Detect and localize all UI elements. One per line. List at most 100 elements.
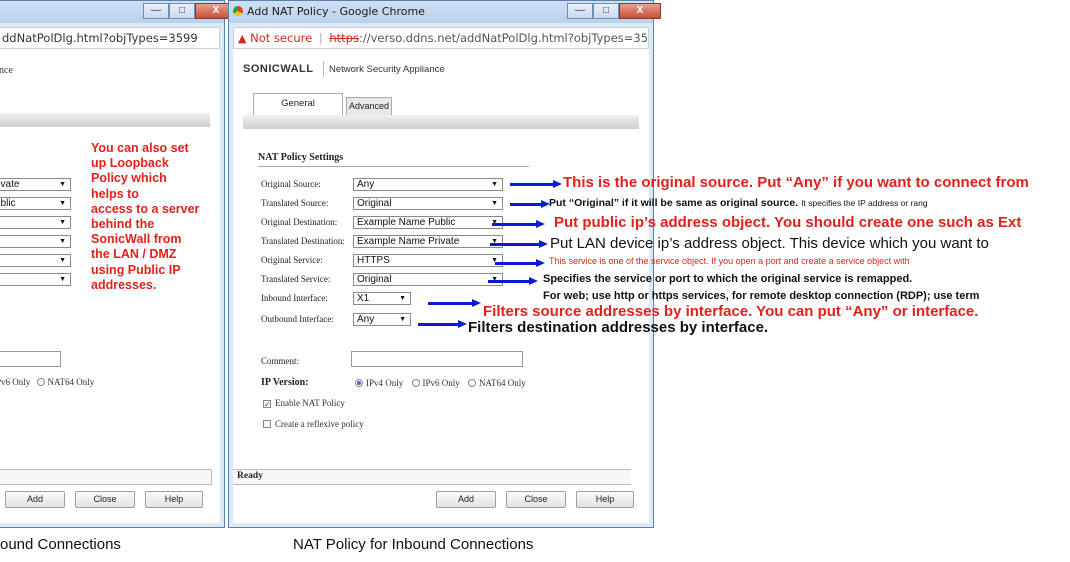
left-help-button[interactable]: Help — [145, 491, 203, 508]
nat64-radio[interactable] — [36, 378, 45, 386]
left-translated-destination-select[interactable]: ▼ — [0, 216, 71, 229]
url-path: ://verso.ddns.net/addNatPolDlg.html?objT… — [358, 31, 649, 45]
comment-label: Comment: — [261, 356, 299, 366]
help-button[interactable]: Help — [576, 491, 634, 508]
tab-general[interactable]: General — [253, 93, 343, 115]
comment-input[interactable] — [351, 351, 523, 367]
minimize-button[interactable]: — — [567, 3, 593, 19]
translated-service-arrow — [488, 277, 538, 285]
translated-destination-select[interactable]: Example Name Private ▼ — [353, 235, 503, 248]
left-interface-select[interactable]: ▼ — [0, 273, 71, 286]
web-services-note: For web; use http or https services, for… — [543, 290, 980, 302]
outbound-interface-select[interactable]: Any ▼ — [353, 313, 411, 326]
reflexive-policy-checkbox[interactable] — [263, 420, 271, 428]
original-source-note: This is the original source. Put “Any” i… — [563, 174, 1029, 191]
right-caption: NAT Policy for Inbound Connections — [293, 536, 534, 553]
close-window-button[interactable]: X — [619, 3, 661, 19]
left-translated-source-select[interactable]: rivate▼ — [0, 178, 71, 191]
left-status-bar — [0, 469, 212, 485]
original-service-select[interactable]: HTTPS ▼ — [353, 254, 503, 267]
original-destination-note: Put public ip’s address object. You shou… — [554, 214, 1022, 231]
translated-destination-label: Translated Destination: — [261, 236, 345, 246]
original-source-arrow — [510, 180, 562, 188]
sonicwall-logo: SONICWALL — [243, 63, 314, 75]
inbound-interface-label: Inbound Interface: — [261, 293, 328, 303]
left-url: ddNatPolDlg.html?objTypes=3599 — [2, 31, 198, 45]
enable-nat-policy-label: Enable NAT Policy — [275, 398, 345, 408]
original-destination-label: Original Destination: — [261, 217, 338, 227]
left-translated-service-select[interactable]: ▼ — [0, 254, 71, 267]
address-separator: | — [318, 31, 323, 45]
logo-divider — [323, 61, 324, 77]
maximize-button[interactable]: □ — [169, 3, 195, 19]
left-original-service-select[interactable]: ▼ — [0, 235, 71, 248]
close-button[interactable]: Close — [506, 491, 566, 508]
loopback-note: You can also set up Loopback Policy whic… — [91, 141, 200, 292]
address-bar[interactable]: ▲ Not secure | https://verso.ddns.net/ad… — [233, 27, 649, 49]
ip-version-label: IP Version: — [261, 377, 309, 388]
chevron-down-icon: ▼ — [399, 295, 406, 302]
add-button[interactable]: Add — [436, 491, 496, 508]
nat64-only-label: NAT64 Only — [479, 378, 526, 388]
left-original-destination-select[interactable]: ublic▼ — [0, 197, 71, 210]
warning-icon: ▲ — [238, 32, 247, 45]
not-secure-label: Not secure — [250, 31, 313, 45]
product-name: Network Security Appliance — [329, 64, 445, 75]
original-destination-select[interactable]: Example Name Public▼ — [353, 216, 503, 229]
translated-service-label: Translated Service: — [261, 274, 331, 284]
left-address-bar[interactable]: ddNatPolDlg.html?objTypes=3599 — [0, 27, 220, 49]
minimize-button[interactable]: — — [143, 3, 169, 19]
ipv6-only-label: IPv6 Only — [422, 378, 460, 388]
left-window-controls: — □ X — [143, 3, 237, 19]
left-tab-bar — [0, 113, 210, 127]
nat64-only-radio[interactable] — [468, 379, 477, 387]
translated-destination-note: Put LAN device ip’s address object. This… — [550, 235, 989, 252]
window-controls: — □ X — [567, 3, 661, 19]
reflexive-policy-row[interactable]: Create a reflexive policy — [263, 419, 364, 429]
left-caption: ound Connections — [0, 536, 121, 553]
section-divider — [258, 166, 529, 167]
translated-source-arrow — [510, 200, 550, 208]
original-service-label: Original Service: — [261, 255, 323, 265]
status-bar: Ready — [233, 469, 631, 485]
left-close-button[interactable]: Close — [75, 491, 135, 508]
status-text: Ready — [237, 471, 263, 481]
left-comment-input[interactable] — [0, 351, 61, 367]
inbound-interface-select[interactable]: X1 ▼ — [353, 292, 411, 305]
translated-service-note: Specifies the service or port to which t… — [543, 273, 913, 285]
translated-source-select[interactable]: Original ▼ — [353, 197, 503, 210]
section-title: NAT Policy Settings — [258, 152, 344, 163]
original-service-arrow — [495, 259, 545, 267]
ipv4-only-label: IPv4 Only — [366, 378, 404, 388]
dialog-content: SONICWALL Network Security Appliance Gen… — [233, 49, 649, 523]
outbound-interface-label: Outbound Interface: — [261, 314, 334, 324]
original-source-label: Original Source: — [261, 179, 321, 189]
left-add-button[interactable]: Add — [5, 491, 65, 508]
original-service-note: This service is one of the service objec… — [549, 256, 910, 266]
translated-source-note: Put “Original” if it will be same as ori… — [549, 197, 928, 209]
tab-advanced-label: Advanced — [348, 101, 390, 111]
inbound-interface-arrow — [428, 299, 481, 307]
inbound-interface-note: Filters source addresses by interface. Y… — [483, 303, 979, 320]
original-destination-arrow — [492, 220, 545, 228]
tab-strip-bar — [243, 115, 639, 129]
chevron-down-icon: ▼ — [399, 316, 406, 323]
ipv6-only-radio[interactable] — [411, 379, 420, 387]
tab-general-label: General — [281, 98, 315, 109]
translated-service-select[interactable]: Original▼ — [353, 273, 503, 286]
left-ip-version-options: IPv6 Only NAT64 Only — [0, 377, 95, 387]
translated-destination-arrow — [490, 240, 548, 248]
ipv4-only-radio[interactable] — [355, 379, 363, 387]
chrome-icon — [233, 6, 243, 16]
outbound-interface-note: Filters destination addresses by interfa… — [468, 319, 769, 336]
window-title: Add NAT Policy - Google Chrome — [247, 5, 425, 18]
outbound-interface-arrow — [418, 320, 467, 328]
left-dialog-window: — □ X ddNatPolDlg.html?objTypes=3599 nce… — [0, 0, 237, 528]
maximize-button[interactable]: □ — [593, 3, 619, 19]
enable-nat-policy-checkbox[interactable]: ✓ — [263, 400, 271, 409]
left-content: nce You can also set up Loopback Policy … — [0, 49, 220, 523]
original-source-select[interactable]: Any ▼ — [353, 178, 503, 191]
tab-advanced[interactable]: Advanced — [346, 97, 392, 115]
enable-nat-policy-row[interactable]: ✓ Enable NAT Policy — [263, 398, 345, 409]
reflexive-policy-label: Create a reflexive policy — [275, 419, 364, 429]
